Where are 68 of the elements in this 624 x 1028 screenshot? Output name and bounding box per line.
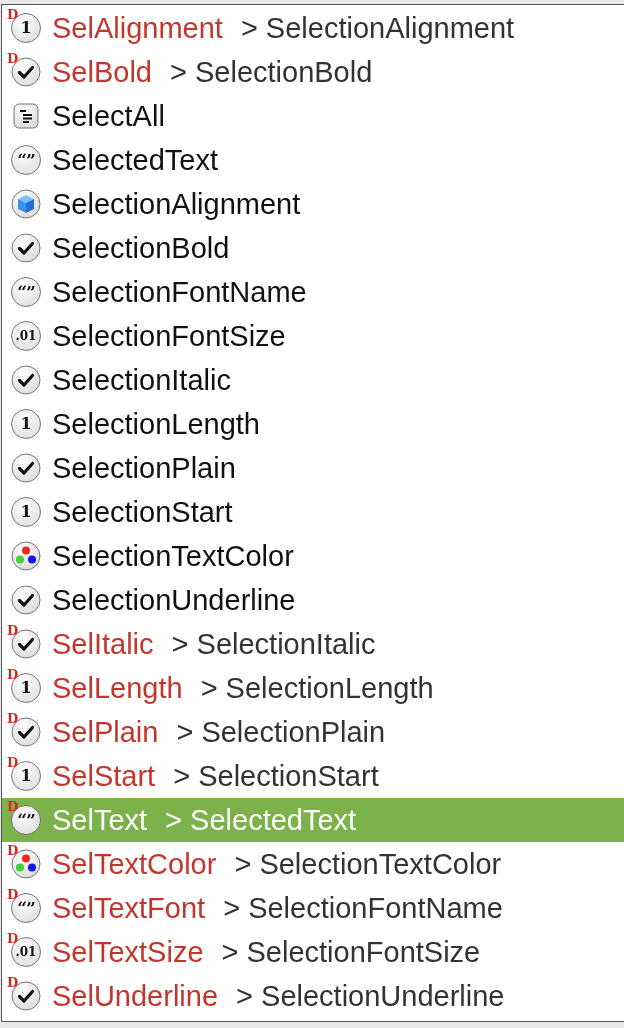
item-name: SelTextColor bbox=[52, 847, 217, 881]
item-replacement: > SelectionPlain bbox=[176, 715, 386, 749]
suggestion-item[interactable]: SelectionAlignment bbox=[2, 182, 624, 226]
suggestion-item[interactable]: 1 SelectionStart bbox=[2, 490, 624, 534]
suggestion-item[interactable]: D SelUnderline > SelectionUnderline bbox=[2, 974, 624, 1018]
item-name: SelTextSize bbox=[52, 935, 204, 969]
item-replacement: > SelectionFontName bbox=[223, 891, 503, 925]
number-icon: 1 bbox=[11, 409, 41, 439]
item-replacement: > SelectionStart bbox=[173, 759, 379, 793]
suggestion-item[interactable]: D SelItalic > SelectionItalic bbox=[2, 622, 624, 666]
quotes-icon: “” bbox=[11, 277, 41, 307]
item-replacement: > SelectionBold bbox=[169, 55, 373, 89]
item-replacement: > SelectionLength bbox=[200, 671, 434, 705]
color-dots-icon bbox=[11, 541, 41, 571]
quotes-icon: “” bbox=[11, 145, 41, 175]
item-name: SelectionLength bbox=[52, 407, 260, 441]
checkmark-icon bbox=[11, 233, 41, 263]
item-name: SelStart bbox=[52, 759, 156, 793]
number-icon: 1 bbox=[11, 497, 41, 527]
item-name: SelBold bbox=[52, 55, 152, 89]
suggestion-item[interactable]: D SelPlain > SelectionPlain bbox=[2, 710, 624, 754]
item-name: SelectedText bbox=[52, 143, 219, 177]
item-name: SelPlain bbox=[52, 715, 159, 749]
suggestion-item[interactable]: .01 SelectionFontSize bbox=[2, 314, 624, 358]
deprecated-mark: D bbox=[7, 976, 19, 989]
suggestion-item[interactable]: D SelTextColor > SelectionTextColor bbox=[2, 842, 624, 886]
suggestion-item[interactable]: SelectionBold bbox=[2, 226, 624, 270]
deprecated-mark: D bbox=[7, 712, 19, 725]
deprecated-mark: D bbox=[7, 52, 19, 65]
item-name: SelectionPlain bbox=[52, 451, 236, 485]
item-name: SelTextFont bbox=[52, 891, 206, 925]
item-replacement: > SelectedText bbox=[165, 803, 357, 837]
suggestion-item[interactable]: “” SelectedText bbox=[2, 138, 624, 182]
item-replacement: > SelectionItalic bbox=[171, 627, 376, 661]
item-name: SelectionTextColor bbox=[52, 539, 294, 573]
item-replacement: > SelectionAlignment bbox=[240, 11, 515, 45]
item-name: SelectAll bbox=[52, 99, 165, 133]
list-icon bbox=[11, 101, 41, 131]
suggestion-item[interactable]: SelectionPlain bbox=[2, 446, 624, 490]
item-replacement: > SelectionTextColor bbox=[234, 847, 502, 881]
item-name: SelectionBold bbox=[52, 231, 230, 265]
suggestion-item[interactable]: 1 SelectionLength bbox=[2, 402, 624, 446]
item-name: SelectionUnderline bbox=[52, 583, 296, 617]
item-replacement: > SelectionFontSize bbox=[221, 935, 481, 969]
deprecated-mark: D bbox=[7, 844, 19, 857]
item-name: SelItalic bbox=[52, 627, 154, 661]
item-name: SelectionAlignment bbox=[52, 187, 301, 221]
checkmark-icon bbox=[11, 453, 41, 483]
item-name: SelectionFontSize bbox=[52, 319, 286, 353]
cube-icon bbox=[11, 189, 41, 219]
decimal-icon: .01 bbox=[11, 321, 41, 351]
deprecated-mark: D bbox=[7, 624, 19, 637]
item-name: SelectionStart bbox=[52, 495, 233, 529]
suggestion-item[interactable]: “” SelectionFontName bbox=[2, 270, 624, 314]
item-name: SelectionFontName bbox=[52, 275, 307, 309]
suggestion-item[interactable]: SelectionItalic bbox=[2, 358, 624, 402]
item-replacement: > SelectionUnderline bbox=[236, 979, 505, 1013]
item-name: SelLength bbox=[52, 671, 183, 705]
suggestion-item[interactable]: D SelBold > SelectionBold bbox=[2, 50, 624, 94]
suggestion-item[interactable]: SelectionTextColor bbox=[2, 534, 624, 578]
item-name: SelText bbox=[52, 803, 148, 837]
item-name: SelAlignment bbox=[52, 11, 223, 45]
checkmark-icon bbox=[11, 365, 41, 395]
suggestion-item[interactable]: SelectAll bbox=[2, 94, 624, 138]
item-name: SelectionItalic bbox=[52, 363, 231, 397]
checkmark-icon bbox=[11, 585, 41, 615]
item-name: SelUnderline bbox=[52, 979, 219, 1013]
suggestion-item[interactable]: SelectionUnderline bbox=[2, 578, 624, 622]
